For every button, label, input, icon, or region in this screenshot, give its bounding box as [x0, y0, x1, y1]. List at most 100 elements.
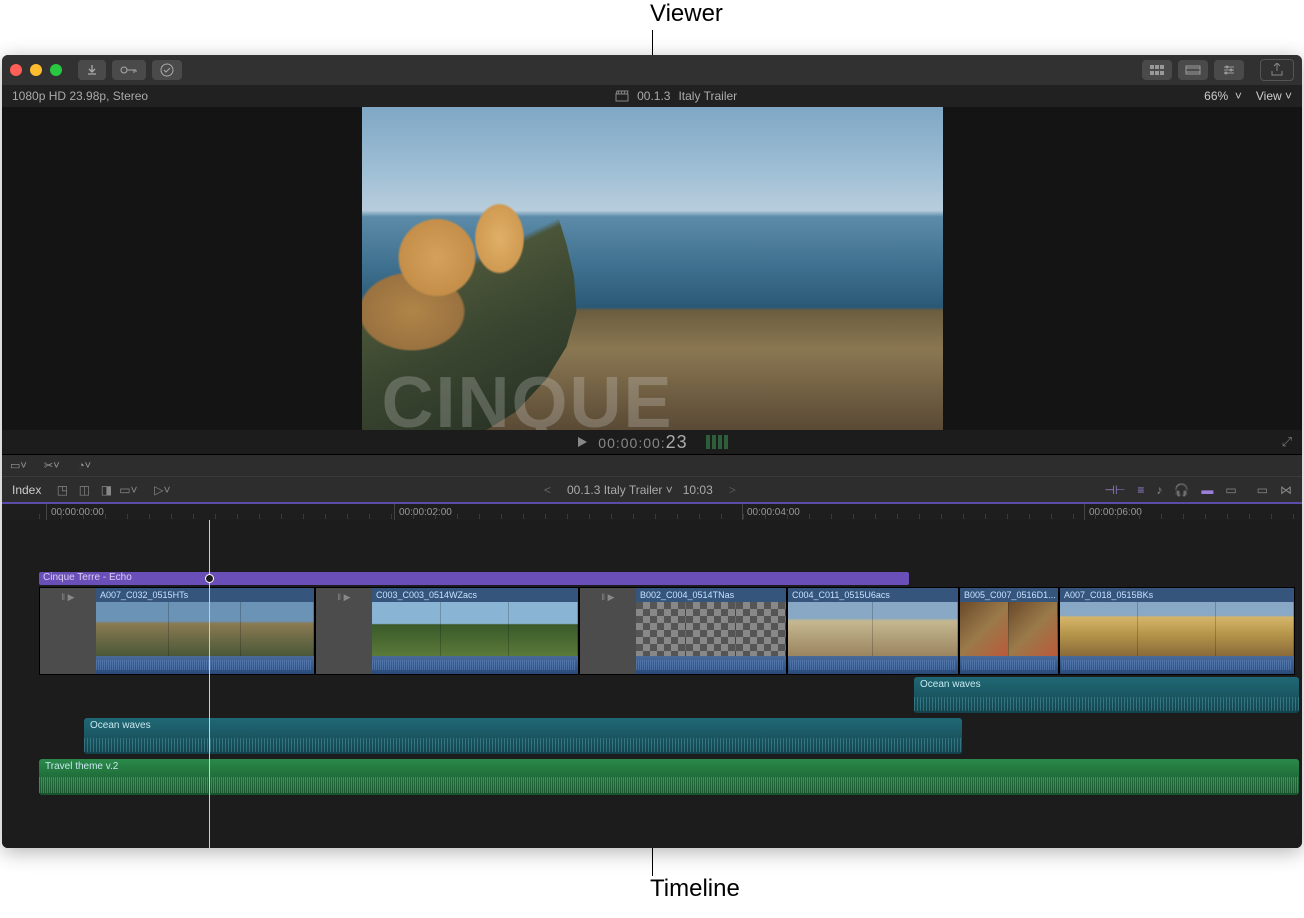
viewer-area[interactable]: CINQUE TERRE Cinque Terre: [2, 107, 1302, 430]
download-arrow-icon: [86, 64, 98, 76]
browser-toggle-button[interactable]: [1142, 60, 1172, 80]
ruler-tick: 00:00:00:00: [46, 504, 104, 520]
view-dropdown[interactable]: View ˅: [1256, 89, 1292, 103]
timeline-duration: 10:03: [683, 483, 713, 497]
background-tasks-button[interactable]: [152, 60, 182, 80]
traffic-lights: [10, 64, 62, 76]
transition[interactable]: ‖ ▶: [316, 588, 372, 675]
transitions-button[interactable]: ▭: [1257, 483, 1268, 497]
connect-clip-button[interactable]: ◳: [53, 482, 71, 498]
enhancement-menu[interactable]: ▭˅: [10, 459, 32, 472]
clip-audio-waveform: [1060, 656, 1294, 674]
clip-thumbnails: [788, 602, 958, 656]
preview-frame: CINQUE TERRE Cinque Terre: [362, 107, 943, 430]
minimize-traffic-light[interactable]: [30, 64, 42, 76]
clip-audio-waveform: [960, 656, 1058, 674]
app-window: 1080p HD 23.98p, Stereo 00.1.3 Italy Tra…: [2, 55, 1302, 848]
toolbar-right-group: [1142, 59, 1294, 81]
clip-label: A007_C032_0515HTs: [96, 588, 314, 602]
audio-clip[interactable]: Ocean waves: [84, 718, 962, 754]
clip-label: B002_C004_0514TNas: [636, 588, 786, 602]
append-clip-button[interactable]: ◨: [97, 482, 115, 498]
audio-clip[interactable]: Travel theme v.2: [39, 759, 1299, 795]
transitions-browser-button[interactable]: ⋈: [1280, 483, 1292, 497]
viewer-title: 00.1.3 Italy Trailer: [148, 89, 1204, 103]
import-button[interactable]: [78, 60, 106, 80]
share-icon: [1270, 63, 1284, 77]
clip-thumbnails: [636, 602, 786, 656]
timeline-header: Index ◳ ◫ ◨ ▭˅ ▷˅ < 00.1.3 Italy Trailer…: [2, 476, 1302, 502]
filmstrip-icon: [1185, 64, 1201, 76]
timeline-project-name[interactable]: Italy Trailer: [604, 483, 663, 497]
timeline-view-options: ⊣⊢ ≡ ♪ 🎧 ▬ ▭ ▭ ⋈: [1104, 483, 1292, 497]
format-label: 1080p HD 23.98p, Stereo: [12, 89, 148, 103]
skimming-toggle[interactable]: ⊣⊢: [1104, 483, 1125, 497]
zoom-traffic-light[interactable]: [50, 64, 62, 76]
timeline-index-button[interactable]: Index: [12, 483, 41, 497]
clip-label: C003_C003_0514WZacs: [372, 588, 578, 602]
clip-label: B005_C007_0516D1...: [960, 588, 1058, 602]
overwrite-clip-button[interactable]: ▭˅: [119, 482, 137, 498]
audio-meter: [706, 435, 728, 449]
clip-thumbnails: [372, 602, 578, 656]
snapping-toggle[interactable]: 🎧: [1174, 483, 1189, 497]
sliders-icon: [1222, 64, 1236, 76]
clip-appearance-button[interactable]: ▬: [1201, 483, 1213, 497]
ruler-tick: 00:00:06:00: [1084, 504, 1142, 520]
timeline-project-id: 00.1.3: [567, 483, 600, 497]
ruler-tick: 00:00:04:00: [742, 504, 800, 520]
transition[interactable]: ‖ ▶: [580, 588, 636, 675]
clip-label: C004_C011_0515U6acs: [788, 588, 958, 602]
transition[interactable]: ‖ ▶: [40, 588, 96, 675]
toolbar-left-group: [78, 60, 182, 80]
retime-menu[interactable]: ✂˅: [44, 459, 66, 472]
clip-label: A007_C018_0515BKs: [1060, 588, 1294, 602]
solo-toggle[interactable]: ♪: [1156, 483, 1162, 497]
close-traffic-light[interactable]: [10, 64, 22, 76]
clip-thumbnails: [960, 602, 1058, 656]
clip-thumbnails: [96, 602, 314, 656]
timecode-prefix: 00:00:00:: [598, 435, 665, 451]
viewer-info-bar: 1080p HD 23.98p, Stereo 00.1.3 Italy Tra…: [2, 85, 1302, 107]
timecode-frames: 23: [666, 432, 688, 452]
title-overlay-large: CINQUE TERRE: [382, 367, 942, 430]
timeline-history-fwd[interactable]: >: [729, 483, 736, 497]
timeline-title: < 00.1.3 Italy Trailer ˅ 10:03 >: [175, 483, 1104, 497]
clip-audio-waveform: [788, 656, 958, 674]
inspector-toggle-button[interactable]: [1214, 60, 1244, 80]
callout-timeline-label: Timeline: [650, 875, 740, 903]
video-clip[interactable]: C004_C011_0515U6acs: [787, 587, 959, 675]
video-clip[interactable]: ‖ ▶A007_C032_0515HTs: [39, 587, 315, 675]
video-clip[interactable]: ‖ ▶B002_C004_0514TNas: [579, 587, 787, 675]
grid-icon: [1149, 64, 1165, 76]
video-clip[interactable]: A007_C018_0515BKs: [1059, 587, 1295, 675]
share-button[interactable]: [1260, 59, 1294, 81]
timecode-display[interactable]: 00:00:00:23: [598, 432, 687, 453]
key-icon: [120, 65, 138, 75]
play-icon[interactable]: [576, 436, 588, 448]
window-titlebar: [2, 55, 1302, 85]
clip-speed-menu[interactable]: ◔˅: [78, 460, 100, 472]
playhead[interactable]: [209, 520, 210, 848]
timeline-history-back[interactable]: <: [544, 483, 551, 497]
timeline-ruler[interactable]: 00:00:00:00 00:00:02:00 00:00:04:00 00:00:0…: [2, 502, 1302, 520]
fullscreen-button[interactable]: ⤢: [1282, 434, 1292, 450]
playhead-marker: [205, 574, 214, 583]
checkmark-circle-icon: [160, 63, 174, 77]
insert-clip-button[interactable]: ◫: [75, 482, 93, 498]
callout-viewer-label: Viewer: [650, 0, 723, 28]
ruler-tick: 00:00:02:00: [394, 504, 452, 520]
arrow-tool[interactable]: ▷˅: [153, 482, 171, 498]
audio-clip[interactable]: Ocean waves: [914, 677, 1299, 713]
title-clip[interactable]: Cinque Terre - Echo: [39, 572, 909, 585]
timeline-body[interactable]: Cinque Terre - Echo ‖ ▶A007_C032_0515HTs…: [2, 520, 1302, 848]
effects-browser-button[interactable]: ▭: [1225, 483, 1236, 497]
audio-skimming-toggle[interactable]: ≡: [1137, 483, 1144, 497]
keyword-button[interactable]: [112, 60, 146, 80]
primary-storyline: ‖ ▶A007_C032_0515HTs‖ ▶C003_C003_0514WZa…: [39, 587, 1299, 675]
video-clip[interactable]: ‖ ▶C003_C003_0514WZacs: [315, 587, 579, 675]
callout-timeline-line: [652, 846, 653, 876]
video-clip[interactable]: B005_C007_0516D1...: [959, 587, 1059, 675]
zoom-dropdown[interactable]: 66% ˅: [1204, 89, 1242, 103]
timeline-toggle-button[interactable]: [1178, 60, 1208, 80]
